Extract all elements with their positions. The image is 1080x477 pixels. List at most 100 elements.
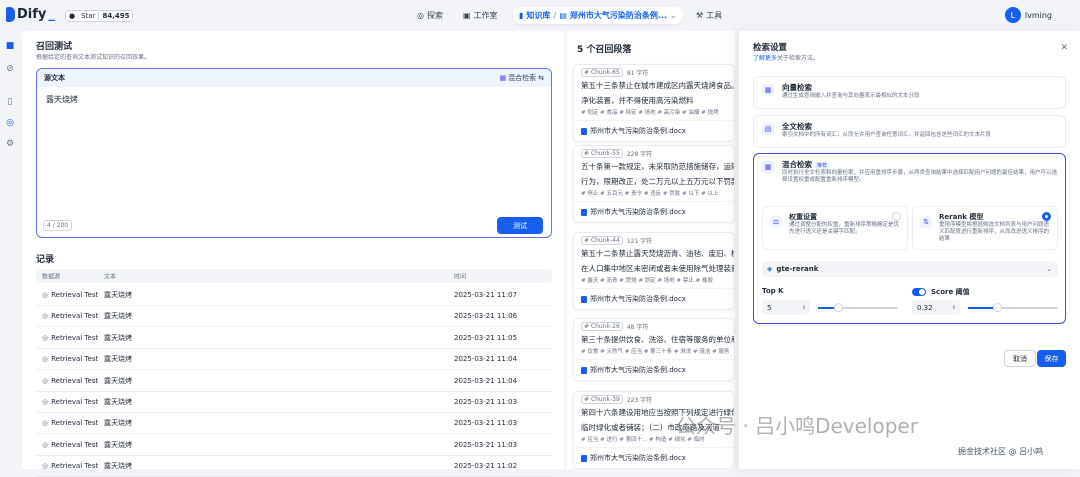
chunk-text: 在人口集中地区未密闭或者未使用除气处理装置 [581,264,735,273]
table-row[interactable]: ◎ Retrieval Test 露天烧烤 2025-03-21 11:04 [36,371,552,392]
table-row[interactable]: ◎ Retrieval Test 露天烧烤 2025-03-21 11:06 [36,306,552,328]
chunk-card[interactable]: # Chunk-26 48 字符 第三十条提供饮食、洗浴、住宿等服务的单位和 # 饮食… [573,318,735,381]
table-row[interactable]: ◎ Retrieval Test 露天烧烤 2025-03-21 11:07 [36,285,552,306]
chunk-text: 五十条第一款规定，未采取防范措施储存，运输 [581,162,735,171]
query-input[interactable]: 露天烧烤 [37,87,551,112]
chunk-text: 第五十三条禁止在城市建成区内露天烧烤食品。 [581,81,735,90]
topk-slider[interactable] [818,303,898,312]
book-icon: ▮ [519,11,524,20]
chunk-source[interactable]: 郑州市大气污染防治条例.docx [574,288,734,309]
save-button[interactable]: 保存 [1037,350,1066,367]
chunk-source[interactable]: 郑州市大气污染防治条例.docx [574,447,734,468]
record-text: 露天烧烤 [104,333,132,342]
score-input[interactable]: 0.32 ⇕ [912,300,960,315]
grid-icon: ▦ [499,74,507,82]
source-label: 源文本 [44,74,65,82]
table-row[interactable]: ◎ Retrieval Test 露天烧烤 2025-03-21 11:02 [36,456,552,477]
document-icon [581,295,587,303]
option-hybrid-search[interactable]: ▦ 混合检索 推荐 同时执行全文检索和向量检索，并应用重排序步骤，从两类查询结果中… [753,153,1066,324]
table-row[interactable]: ◎ Retrieval Test 露天烧烤 2025-03-21 11:03 [36,435,552,456]
rerank-radio[interactable] [1042,212,1051,221]
weight-setting-option[interactable]: ⚖ 权重设置 通过调整分配的权重，重新排序策略确定是优先进行语义还是关键字匹配。 [762,206,908,250]
records-table-header: 数据源 文本 时间 [36,269,552,283]
score-slider[interactable] [968,303,1058,312]
studio-icon: ▣ [463,11,471,20]
github-star-button[interactable]: ● Star 84,495 [65,10,134,22]
record-source: Retrieval Test [51,398,99,406]
topk-label: Top K [762,287,784,295]
target-icon: ◎ [42,355,49,364]
chunk-keywords: # 露天 # 沥青 # 焚烧 # 划定 # 场地 # 禁止 # 橡胶 [581,278,713,284]
results-panel: 5 个召回段落 # Chunk-65 81 字符 第五十三条禁止在城市建成区内露天烧… [567,31,735,469]
chunk-source[interactable]: 郑州市大气污染防治条例.docx [574,201,734,222]
chunk-text: 净化装置，并不得使用高污染燃料 [581,96,694,105]
target-icon: ◎ [42,440,49,449]
chunk-text: 行为，限期改正，处二万元以上五万元以下罚款 [581,177,735,186]
record-time: 2025-03-21 11:03 [454,419,518,428]
topk-input[interactable]: 5 ⇕ [762,300,810,315]
record-text: 露天烧烤 [104,312,132,321]
watermark-text: 公众号 · 吕小鸣Developer [676,414,918,438]
option-fulltext-search[interactable]: ▤ 全文检索 索引文档中的所有词汇，从而允许用户查询任意词汇，并返回包含这些词汇… [753,115,1066,148]
chunk-source[interactable]: 郑州市大气污染防治条例.docx [574,359,734,380]
model-icon: ◈ [767,265,773,273]
github-count: 84,495 [98,12,132,20]
chunk-id: # Chunk-55 [581,149,623,158]
swap-icon: ⇆ [538,74,544,82]
record-source: Retrieval Test [51,333,99,342]
target-icon[interactable]: ◎ [4,117,16,129]
close-icon[interactable]: ✕ [1060,43,1068,53]
option-vector-search[interactable]: ▦ 向量检索 通过生成查询嵌入并查询与其向量表示最相似的文本分段 [753,76,1066,109]
dify-logo[interactable]: Dify _ [6,7,55,22]
top-bar: Dify _ ● Star 84,495 ◎ 探索 ▣ 工作室 ▮ 知识库 / ▤ 郑州市… [0,0,1080,31]
weight-radio[interactable] [892,212,901,221]
chunk-text: 第三十条提供饮食、洗浴、住宿等服务的单位和 [581,335,735,344]
document-icon[interactable]: ▯ [4,96,16,108]
char-count: 4 / 200 [43,220,73,231]
page-subtitle: 根据给定的查询文本测试知识的召回效果。 [36,54,151,61]
paperclip-icon[interactable]: ⊘ [4,63,16,75]
score-threshold-toggle[interactable] [912,288,926,296]
cancel-button[interactable]: 取消 [1004,350,1036,367]
record-time: 2025-03-21 11:04 [454,376,518,385]
record-source: Retrieval Test [51,312,99,321]
record-source: Retrieval Test [51,419,99,428]
folder-icon[interactable]: ■ [4,40,16,52]
nav-studio[interactable]: ▣ 工作室 [457,7,504,24]
record-source: Retrieval Test [51,376,99,385]
learn-more-link[interactable]: 了解更多 [753,55,777,62]
tools-icon: ⚒ [696,11,704,20]
record-text: 露天烧烤 [104,462,132,471]
chunk-source[interactable]: 郑州市大气污染防治条例.docx [574,120,734,141]
score-slider-knob[interactable] [992,303,1002,312]
table-row[interactable]: ◎ Retrieval Test 露天烧烤 2025-03-21 11:03 [36,392,552,413]
rerank-model-option[interactable]: ⇅ Rerank 模型 重排序模型将根据候选文档列表与用户问题语义匹配度进行重新… [912,206,1058,250]
nav-tools[interactable]: ⚒ 工具 [690,7,728,24]
target-icon: ◎ [42,419,49,428]
chunk-card[interactable]: # Chunk-65 81 字符 第五十三条禁止在城市建成区内露天烧烤食品。 净化装置… [573,64,735,142]
topk-slider-knob[interactable] [834,303,843,312]
retrieval-mode-button[interactable]: ▦ 混合检索 ⇆ [500,73,545,83]
github-icon: ● [69,12,76,20]
settings-icon[interactable]: ⚙ [4,138,16,150]
record-time: 2025-03-21 11:03 [454,440,518,449]
nav-explore[interactable]: ◎ 探索 [411,7,449,24]
target-icon: ◎ [42,398,49,406]
chunk-keywords: # 停止 # 五百元 # 责令 # 违反 # 罚款 # 以下 # 以上 [581,191,719,197]
record-text: 露天烧烤 [104,440,132,449]
fulltext-icon: ▤ [762,123,774,135]
user-menu[interactable]: L lvming [1004,7,1052,23]
table-row[interactable]: ◎ Retrieval Test 露天烧烤 2025-03-21 11:04 [36,349,552,371]
chunk-card[interactable]: # Chunk-55 228 字符 五十条第一款规定，未采取防范措施储存，运输 行为，… [573,145,735,223]
test-button[interactable]: 测试 [497,217,543,234]
chunk-card[interactable]: # Chunk-44 121 字符 第五十二条禁止露天焚烧沥青、油毡、废旧、橡 在人口… [573,232,735,310]
page-title: 召回测试 [36,42,73,52]
rerank-model-select[interactable]: ◈ gte-rerank ⌄ [762,261,1058,277]
chunk-id: # Chunk-44 [581,236,623,245]
document-icon [581,208,587,216]
table-row[interactable]: ◎ Retrieval Test 露天烧烤 2025-03-21 11:05 [36,328,552,349]
table-row[interactable]: ◎ Retrieval Test 露天烧烤 2025-03-21 11:03 [36,413,552,435]
nav-knowledge[interactable]: ▮ 知识库 / ▤ 郑州市大气污染防治条例... ⌄ [513,7,683,24]
chevron-down-icon: ⌄ [1046,265,1052,273]
results-title: 5 个召回段落 [577,45,632,55]
